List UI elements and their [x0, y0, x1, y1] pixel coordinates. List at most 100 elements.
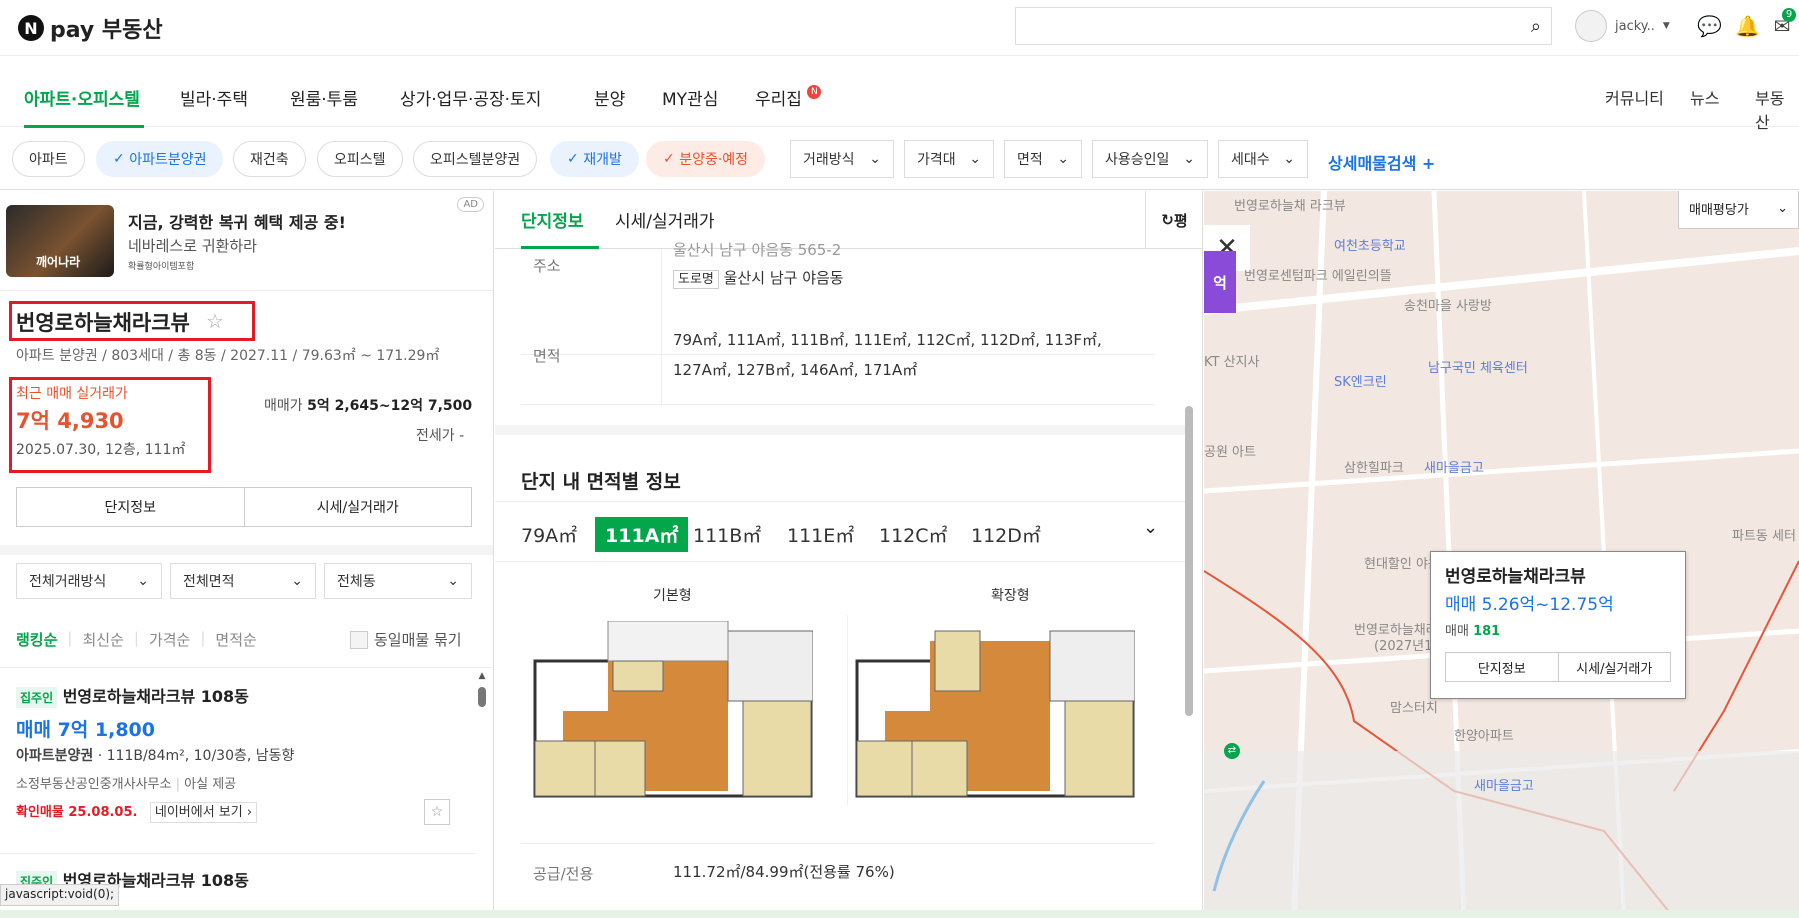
sort-ranking[interactable]: 랭킹순 — [16, 629, 57, 650]
road-address: 울산시 남구 야음동 — [723, 269, 844, 287]
nav-my-interest[interactable]: MY관심 — [662, 85, 718, 110]
complex-popup[interactable]: 번영로하늘채라크뷰 매매 5.26억~12.75억 매매 181 단지정보 시세… — [1430, 551, 1686, 699]
scroll-up-icon[interactable]: ▲ — [476, 671, 488, 681]
area-tab-79a[interactable]: 79A㎡ — [521, 521, 577, 548]
detail-tabs: 단지정보 시세/실거래가 ↻ 평 — [495, 191, 1202, 249]
select-label: 전체동 — [337, 574, 376, 590]
chip-officetel[interactable]: 오피스텔 — [317, 141, 403, 177]
chip-reconstruction[interactable]: 재건축 — [233, 141, 306, 177]
dropdown-label: 세대수 — [1231, 152, 1270, 168]
ad-image-text: 깨어나라 — [36, 255, 81, 269]
nav-oneroom[interactable]: 원룸·투룸 — [290, 85, 358, 110]
nav-villa[interactable]: 빌라·주택 — [180, 85, 248, 110]
map-label: 삼한힐파크 — [1344, 461, 1404, 476]
tab-complex-info[interactable]: 단지정보 — [521, 207, 584, 232]
chip-presale-ongoing[interactable]: ✓ 분양중·예정 — [646, 141, 766, 177]
chip-redevelopment[interactable]: ✓ 재개발 — [550, 141, 639, 177]
chip-apartment[interactable]: 아파트 — [12, 141, 85, 177]
map-panel[interactable]: ✕ 억 매매평당가 ⌄ 번영로하늘채 라크뷰 여천초등학교 번영로센텀파크 에일린… — [1204, 191, 1799, 918]
area-line2: 127A㎡, 127B㎡, 146A㎡, 171A㎡ — [673, 361, 918, 379]
scroll-thumb[interactable] — [478, 687, 486, 707]
tab-market-price[interactable]: 시세/실거래가 — [615, 207, 715, 232]
detail-search-button[interactable]: 상세매물검색 + — [1328, 150, 1435, 174]
ad-title[interactable]: 지금, 강력한 복귀 혜택 제공 중! — [128, 209, 346, 233]
avatar[interactable] — [1575, 10, 1607, 42]
owner-tag: 집주인 — [16, 687, 58, 708]
sort-latest[interactable]: 최신순 — [82, 629, 123, 650]
chat-icon[interactable]: 💬 — [1697, 14, 1722, 38]
popup-market-price-button[interactable]: 시세/실거래가 — [1557, 653, 1671, 681]
ad-banner[interactable]: 깨어나라 지금, 강력한 복귀 혜택 제공 중! 네바레스로 귀환하라 확률형아… — [0, 191, 493, 291]
sort-price[interactable]: 가격순 — [149, 629, 190, 650]
select-dong[interactable]: 전체동 ⌄ — [324, 563, 472, 599]
complex-info-button[interactable]: 단지정보 — [17, 488, 244, 526]
complex-meta: 아파트 분양권 / 803세대 / 총 8동 / 2027.11 / 79.63… — [16, 348, 440, 364]
area-tab-112d[interactable]: 112D㎡ — [971, 521, 1041, 548]
direction-icon[interactable]: ⇄ — [1224, 743, 1240, 759]
select-trade-type[interactable]: 전체거래방식 ⌄ — [16, 563, 162, 599]
floorplan-expanded[interactable] — [855, 621, 1135, 811]
supply-label: 공급/전용 — [533, 865, 594, 883]
mail-icon[interactable]: ✉ 9 — [1770, 8, 1796, 38]
supply-row: 공급/전용 111.72㎡/84.99㎡(전용률 76%) — [521, 857, 1155, 897]
map-label: 맘스터치 — [1390, 701, 1438, 716]
select-area[interactable]: 전체면적 ⌄ — [170, 563, 316, 599]
area-tab-112c[interactable]: 112C㎡ — [879, 521, 948, 548]
price-type-label: 매매평당가 — [1689, 202, 1749, 218]
chip-officetel-presale-right[interactable]: 오피스텔분양권 — [413, 141, 538, 177]
chevron-down-icon[interactable]: ⌄ — [1143, 517, 1158, 538]
same-listing-label: 동일매물 묶기 — [374, 631, 462, 649]
side-tab[interactable]: 억 — [1204, 251, 1236, 313]
dropdown-price[interactable]: 가격대 ⌄ — [904, 140, 994, 178]
price-type-select[interactable]: 매매평당가 ⌄ — [1678, 191, 1799, 229]
nav-community[interactable]: 커뮤니티 — [1605, 85, 1664, 109]
dropdown-households[interactable]: 세대수 ⌄ — [1218, 140, 1308, 178]
naver-n-icon: N — [18, 15, 44, 41]
username[interactable]: jacky.. — [1615, 19, 1655, 34]
bell-icon[interactable]: 🔔 — [1735, 14, 1760, 38]
listing-title[interactable]: 번영로하늘채라크뷰 108동 — [63, 687, 249, 706]
chevron-down-icon: ⌄ — [447, 573, 459, 589]
checkbox[interactable] — [350, 630, 368, 649]
road-tag: 도로명 — [673, 270, 719, 289]
search-box[interactable]: ⌕ — [1015, 7, 1552, 45]
market-price-button[interactable]: 시세/실거래가 — [243, 488, 472, 526]
nav-commercial[interactable]: 상가·업무·공장·토지 — [400, 85, 541, 110]
dropdown-area[interactable]: 면적 ⌄ — [1004, 140, 1082, 178]
chevron-down-icon[interactable]: ▼ — [1663, 21, 1670, 31]
logo[interactable]: N pay 부동산 — [18, 12, 163, 44]
list-scrollbar[interactable]: ▲ — [476, 671, 488, 911]
area-tab-111e[interactable]: 111E㎡ — [787, 521, 854, 548]
sort-area[interactable]: 면적순 — [215, 629, 256, 650]
area-tab-111a[interactable]: 111A㎡ — [595, 517, 689, 552]
chip-label: 재개발 — [583, 152, 622, 168]
nav-presale[interactable]: 분양 — [594, 85, 625, 110]
ad-subtitle[interactable]: 네바레스로 귀환하라 — [128, 235, 257, 256]
listing-agent: 소정부동산공인중개사사무소 — [16, 777, 172, 792]
popup-complex-info-button[interactable]: 단지정보 — [1446, 653, 1558, 681]
star-icon[interactable]: ☆ — [424, 799, 450, 825]
popup-count-label: 매매 — [1445, 624, 1469, 639]
list-item[interactable]: 집주인 번영로하늘채라크뷰 108동 매매 7억 1,800 아파트분양권 · … — [0, 683, 476, 843]
user-menu[interactable]: jacky.. ▼ — [1575, 10, 1670, 42]
nav-news[interactable]: 뉴스 — [1690, 85, 1719, 109]
detail-scrollbar[interactable] — [1185, 406, 1193, 716]
dropdown-approval-date[interactable]: 사용승인일 ⌄ — [1092, 140, 1208, 178]
star-icon[interactable]: ☆ — [206, 309, 224, 333]
dropdown-trade-type[interactable]: 거래방식 ⌄ — [790, 140, 894, 178]
nav-my-home[interactable]: 우리집 N — [755, 85, 822, 110]
search-input[interactable] — [1016, 8, 1506, 44]
nav-apartment[interactable]: 아파트·오피스텔 — [24, 85, 140, 110]
map-label: 번영로하늘채 라크뷰 — [1234, 199, 1346, 214]
area-tab-111b[interactable]: 111B㎡ — [693, 521, 761, 548]
same-listing-toggle[interactable]: 동일매물 묶기 — [350, 629, 462, 650]
nav-realestate[interactable]: 부동산 — [1755, 85, 1799, 133]
naver-link[interactable]: 네이버에서 보기 › — [149, 802, 258, 823]
refresh-button[interactable]: ↻ 평 — [1145, 191, 1202, 249]
search-icon[interactable]: ⌕ — [1531, 16, 1541, 37]
chip-apartment-presale-right[interactable]: ✓ 아파트분양권 — [96, 141, 224, 177]
ad-image[interactable]: 깨어나라 — [6, 205, 114, 277]
floorplan-basic[interactable] — [533, 621, 813, 811]
listing-title-row: 집주인 번영로하늘채라크뷰 108동 — [16, 683, 249, 708]
mail-badge: 9 — [1782, 8, 1796, 22]
